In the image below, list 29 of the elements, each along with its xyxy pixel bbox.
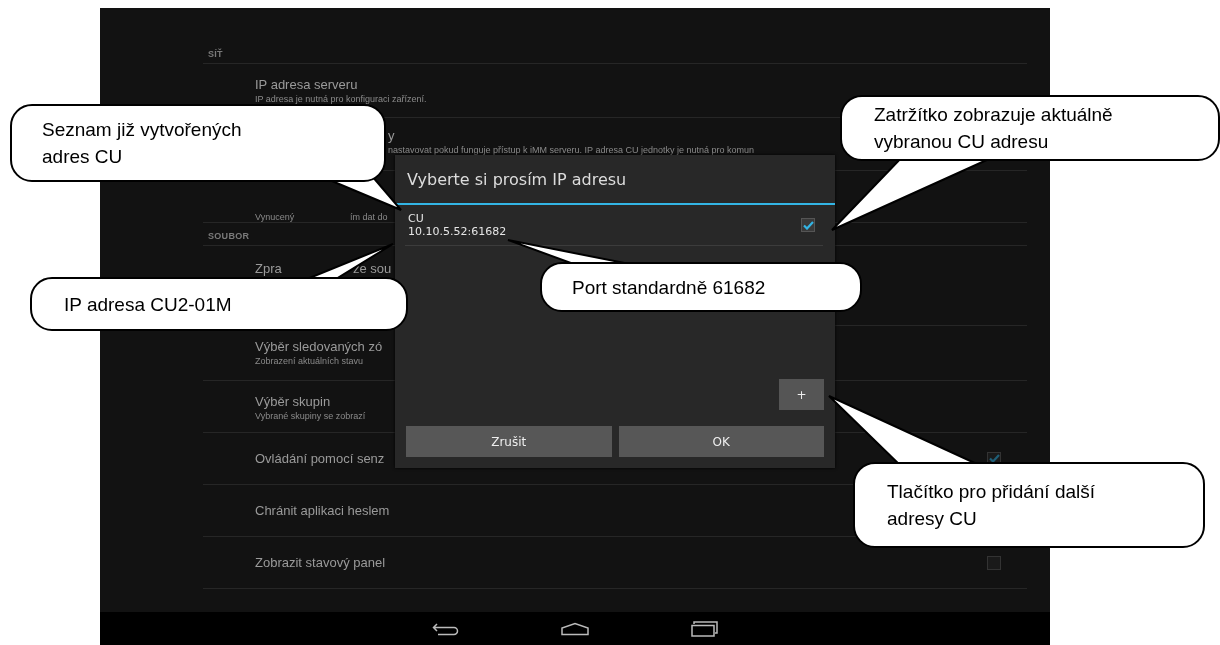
dialog-title: Vyberte si prosím IP adresu: [395, 155, 835, 205]
setting-title: y: [388, 127, 395, 145]
setting-title: Výběr sledovaných zó: [255, 338, 383, 356]
setting-description: ím dat do: [350, 212, 388, 223]
checkmark-icon: [988, 454, 1000, 463]
setting-description: IP adresa je nutná pro konfiguraci zařízení.: [255, 94, 427, 105]
ok-button[interactable]: OK: [618, 426, 824, 457]
checkbox[interactable]: [987, 555, 1001, 570]
setting-title: Chránit aplikaci heslem: [255, 502, 390, 520]
home-icon[interactable]: [560, 621, 590, 636]
setting-title: Ovládání pomocí senz: [255, 450, 385, 468]
setting-title: IP adresa serveru: [255, 76, 358, 94]
checkmark-icon: [802, 220, 814, 230]
setting-description: nastavovat pokud funguje přístup k iMM serveru. IP adresa CU jednotky je nutná pro komun: [388, 145, 755, 156]
section-header: SÍŤ: [208, 49, 223, 59]
callout: Zatržítko zobrazuje aktuálně vybranou CU adresu: [840, 95, 1220, 161]
checkbox[interactable]: [801, 218, 815, 232]
setting-description: Zobrazení aktuálních stavu: [255, 356, 364, 367]
cancel-button[interactable]: Zrušit: [406, 426, 612, 457]
recent-apps-icon[interactable]: [690, 620, 718, 637]
back-icon[interactable]: [432, 621, 460, 636]
add-button[interactable]: +: [779, 379, 824, 410]
setting-title: Výběr skupin: [255, 393, 331, 411]
setting-description: Vynucený: [255, 212, 295, 223]
setting-description: Vybrané skupiny se zobrazí: [255, 411, 366, 422]
setting-title: Zpra: [255, 260, 282, 278]
setting-title: Zobrazit stavový panel: [255, 554, 386, 572]
section-header: SOUBOR: [208, 231, 250, 241]
address-label: CU 10.10.5.52:61682: [408, 212, 507, 238]
